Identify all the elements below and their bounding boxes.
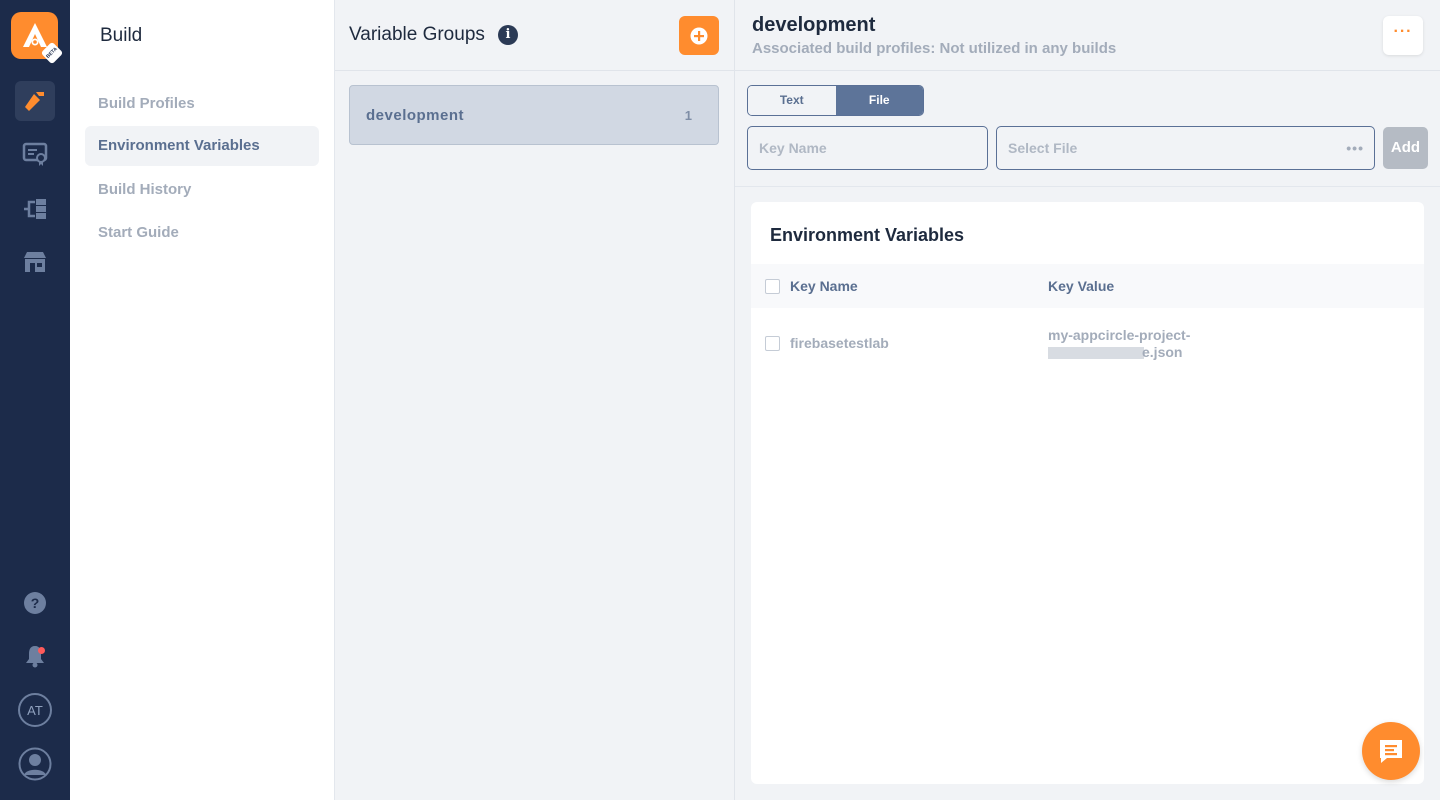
environment-variables-title: Environment Variables	[770, 225, 965, 245]
user-initials-avatar[interactable]: AT	[18, 693, 52, 727]
row-key-value-line2: e.json	[1142, 344, 1183, 360]
table-header: Key Name Key Value	[751, 264, 1424, 308]
rail-distribution-button[interactable]	[15, 189, 55, 229]
variable-group-count: 1	[684, 108, 692, 123]
associated-build-profiles: Associated build profiles: Not utilized …	[752, 40, 1117, 57]
chat-icon	[1380, 740, 1402, 763]
variable-groups-header: Variable Groups i	[335, 0, 734, 71]
redacted-filename	[1048, 347, 1144, 360]
signing-identities-icon	[22, 142, 48, 166]
store-icon	[24, 252, 46, 272]
more-options-button[interactable]: ···	[1383, 16, 1423, 55]
toggle-text-option[interactable]: Text	[748, 86, 836, 115]
build-submenu: Build Build Profiles Environment Variabl…	[70, 0, 335, 800]
key-name-input[interactable]: Key Name	[747, 126, 988, 170]
add-variable-group-button[interactable]	[679, 16, 719, 55]
chat-support-button[interactable]	[1362, 722, 1420, 780]
row-key-name: firebasetestlab	[790, 335, 889, 351]
header-key-name: Key Name	[790, 278, 858, 294]
variable-group-name: development	[366, 107, 465, 124]
variable-type-toggle: Text File	[747, 85, 924, 116]
submenu-title: Build	[100, 25, 143, 46]
add-variable-form: Text File Key Name Select File ••• Add	[735, 71, 1440, 187]
notification-dot	[38, 647, 45, 654]
select-file-input[interactable]: Select File •••	[996, 126, 1375, 170]
appcircle-logo[interactable]: BETA	[11, 12, 64, 65]
submenu-item-environment-variables[interactable]: Environment Variables	[85, 126, 319, 166]
toggle-file-option[interactable]: File	[835, 86, 923, 115]
submenu-item-build-profiles[interactable]: Build Profiles	[85, 84, 319, 124]
row-key-value-line2-wrap: e.json	[1048, 344, 1182, 360]
rail-profile-button[interactable]	[15, 744, 55, 784]
submenu-item-build-history[interactable]: Build History	[85, 170, 319, 210]
variable-group-card[interactable]: development 1	[349, 85, 719, 145]
svg-text:?: ?	[31, 595, 40, 611]
submenu-item-start-guide[interactable]: Start Guide	[85, 213, 319, 253]
row-key-value-line1: my-appcircle-project-	[1048, 327, 1191, 343]
info-icon[interactable]: i	[498, 25, 518, 45]
rail-build-button[interactable]	[15, 81, 55, 121]
user-profile-icon	[18, 747, 52, 781]
rail-help-button[interactable]: ?	[15, 583, 55, 623]
detail-header: development Associated build profiles: N…	[735, 0, 1440, 71]
plus-circle-icon	[690, 27, 708, 44]
build-hammer-icon	[25, 92, 44, 111]
rail-store-button[interactable]	[15, 242, 55, 282]
select-all-checkbox[interactable]	[765, 279, 780, 294]
variable-groups-panel: Variable Groups i development 1	[335, 0, 735, 800]
distribution-icon	[24, 199, 46, 219]
variable-group-detail: development Associated build profiles: N…	[735, 0, 1440, 800]
add-variable-button[interactable]: Add	[1383, 127, 1428, 169]
header-key-value: Key Value	[1048, 278, 1115, 294]
row-checkbox[interactable]	[765, 336, 780, 351]
browse-dots-icon[interactable]: •••	[1346, 127, 1364, 169]
rail-signing-button[interactable]	[15, 134, 55, 174]
variable-groups-title: Variable Groups	[349, 24, 485, 45]
environment-variables-card: Environment Variables Key Name Key Value…	[751, 202, 1424, 784]
select-file-placeholder: Select File	[1008, 140, 1078, 156]
help-icon: ?	[24, 592, 46, 614]
detail-title: development	[752, 14, 876, 36]
rail-notifications-button[interactable]	[15, 636, 55, 676]
logo-a-icon	[23, 23, 47, 47]
icon-rail: BETA ? AT	[0, 0, 70, 800]
